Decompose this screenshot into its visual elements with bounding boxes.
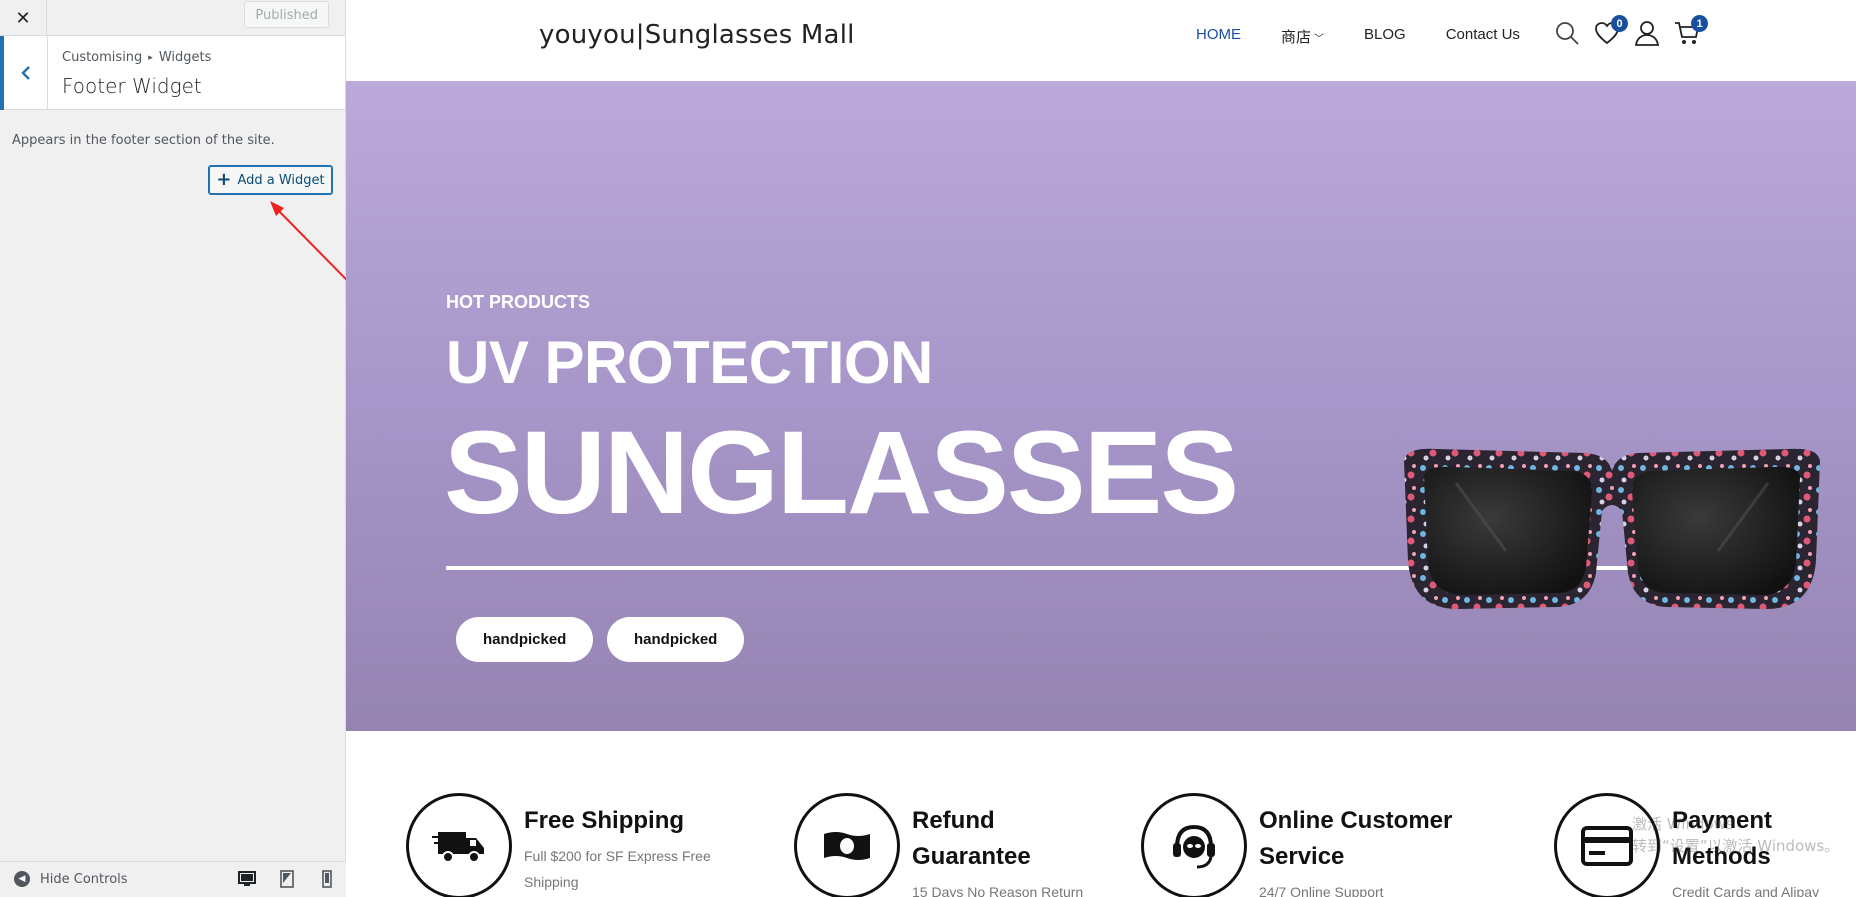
nav-shop[interactable]: 商店 ﹀ [1281,26,1324,47]
cart-button[interactable]: 1 [1674,15,1708,46]
feature-title: Free Shipping [524,807,685,834]
site-logo[interactable]: youyou|Sunglasses Mall [539,20,855,50]
headset-icon [1141,793,1247,897]
back-button[interactable] [0,36,48,110]
desktop-icon[interactable] [238,870,256,888]
hero-subheading: SUNGLASSES [444,407,1239,539]
feature-free-shipping: Free Shipping Full $200 for SF Express F… [406,793,724,897]
published-button[interactable]: Published [244,1,329,28]
features-section: Free Shipping Full $200 for SF Express F… [346,731,1856,897]
site-header: youyou|Sunglasses Mall HOME 商店 ﹀ BLOG Con… [346,0,1856,81]
device-switcher [238,870,336,888]
mobile-icon[interactable] [318,870,336,888]
feature-title: Refund Guarantee [912,807,1031,870]
handpicked-button-2[interactable]: handpicked [607,617,745,662]
hide-controls-button[interactable]: ◀ Hide Controls [14,871,128,887]
collapse-icon: ◀ [14,871,30,887]
chevron-left-icon [20,66,30,80]
customizer-topbar: ✕ Published [0,0,345,36]
feature-description: Credit Cards and Alipay [1672,884,1820,897]
watermark-line-1: 激活 Windows [1632,815,1734,833]
section-description: Appears in the footer section of the sit… [12,133,275,148]
site-preview: youyou|Sunglasses Mall HOME 商店 ﹀ BLOG Con… [346,0,1856,897]
account-icon[interactable] [1634,20,1660,46]
feature-title: Online Customer Service [1259,807,1453,870]
plus-icon: + [216,169,232,190]
header-icons: 0 1 [1554,15,1708,46]
main-nav: HOME 商店 ﹀ BLOG Contact Us [1196,26,1520,47]
wishlist-count-badge: 0 [1611,15,1628,32]
search-icon[interactable] [1554,20,1580,46]
feature-text: Free Shipping Full $200 for SF Express F… [524,793,724,897]
close-customizer-button[interactable]: ✕ [0,0,47,36]
truck-icon [406,793,512,897]
sunglasses-image [1404,448,1820,609]
cash-icon [794,793,900,897]
watermark-line-2: 转到“设置”以激活 Windows。 [1632,837,1840,855]
handpicked-button-1[interactable]: handpicked [456,617,594,662]
hero-banner: HOT PRODUCTS UV PROTECTION SUNGLASSES ha… [346,81,1856,731]
nav-shop-label: 商店 [1281,29,1312,46]
feature-description: Full $200 for SF Express Free Shipping [524,848,711,890]
hero-kicker: HOT PRODUCTS [446,292,590,312]
feature-text: Online Customer Service 24/7 Online Supp… [1259,793,1459,897]
breadcrumb-root: Customising [62,50,143,65]
nav-blog[interactable]: BLOG [1364,26,1406,47]
cart-count-badge: 1 [1691,15,1708,32]
customizer-footer: ◀ Hide Controls [0,861,346,897]
nav-home[interactable]: HOME [1196,26,1241,47]
feature-description: 15 Days No Reason Return [912,884,1084,897]
feature-support: Online Customer Service 24/7 Online Supp… [1141,793,1459,897]
nav-contact[interactable]: Contact Us [1446,26,1520,47]
tablet-icon[interactable] [278,870,296,888]
hero-heading: UV PROTECTION [446,329,933,396]
breadcrumb-separator: ▸ [148,53,153,63]
feature-refund: Refund Guarantee 15 Days No Reason Retur… [794,793,1083,897]
close-icon: ✕ [15,7,31,28]
breadcrumb-parent: Widgets [158,50,212,65]
breadcrumb: Customising ▸ Widgets [62,50,211,65]
windows-activation-watermark: 激活 Windows 转到“设置”以激活 Windows。 [1632,813,1839,857]
feature-description: 24/7 Online Support [1259,884,1384,897]
section-title: Footer Widget [62,74,202,98]
section-header: Customising ▸ Widgets Footer Widget [0,36,345,110]
chevron-down-icon: ﹀ [1314,34,1325,45]
add-widget-button[interactable]: + Add a Widget [208,165,333,195]
feature-text: Refund Guarantee 15 Days No Reason Retur… [912,793,1083,897]
add-widget-label: Add a Widget [237,172,325,188]
hide-controls-label: Hide Controls [40,871,128,887]
customizer-sidebar: ✕ Published Customising ▸ Widgets Footer W… [0,0,346,897]
wishlist-button[interactable]: 0 [1594,15,1628,46]
